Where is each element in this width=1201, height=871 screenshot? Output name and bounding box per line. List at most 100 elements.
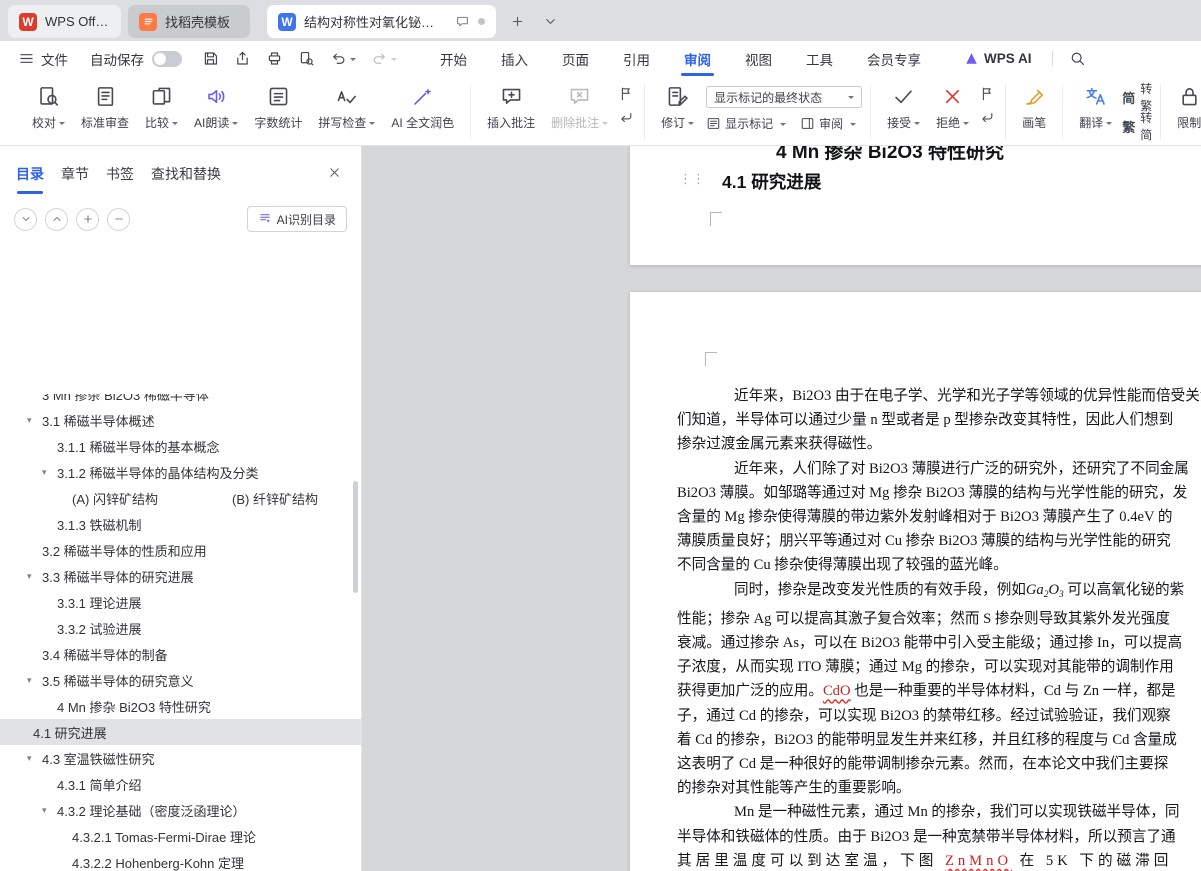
tab-wps-home[interactable]: W WPS Office (8, 5, 121, 38)
ribbon-button[interactable]: 插入批注 (479, 83, 543, 131)
document-page[interactable]: 4 Mn 掺杂 Bi2O3 特性研究 ⋮⋮ 4.1 研究进展 (630, 146, 1201, 265)
sidebar-tab[interactable]: 章节 (61, 164, 89, 184)
undo-button[interactable] (330, 50, 356, 67)
ribbon-small-button[interactable]: 审阅 (800, 115, 857, 132)
document-line[interactable]: 同时，掺杂是改变发光性质的有效手段，例如Ga2O3 可以高氧化铋的紫 (677, 578, 1201, 607)
outline-item[interactable]: ▾ 4.1 研究进展 (0, 719, 361, 745)
menu-tab[interactable]: 工具 (789, 41, 850, 76)
document-line[interactable]: Bi2O3 薄膜。如邹璐等通过对 Mg 掺杂 Bi2O3 薄膜的结构与光学性能的… (677, 481, 1201, 505)
document-line[interactable]: 子，通过 Cd 的掺杂，可以实现 Bi2O3 的禁带红移。经过试验验证，我们观察 (677, 704, 1201, 728)
export-button[interactable] (234, 50, 251, 67)
ribbon-small-button[interactable]: 显示标记 (706, 115, 787, 132)
outline-item[interactable]: ▾ 3.3.1 理论进展 (0, 589, 361, 615)
menu-tab[interactable]: 引用 (606, 41, 667, 76)
ribbon-button[interactable]: AI 全文润色 (383, 83, 462, 131)
markup-state-select[interactable]: 显示标记的最终状态 (706, 86, 863, 108)
zoom-in-outline-button[interactable] (76, 207, 99, 231)
print-preview-button[interactable] (298, 50, 315, 67)
menu-tab[interactable]: 审阅 (667, 41, 728, 76)
outline-item[interactable]: ▾ 4 Mn 掺杂 Bi2O3 特性研究 (0, 693, 361, 719)
wps-ai-button[interactable]: WPS AI (964, 51, 1032, 66)
document-page[interactable]: 近年来，Bi2O3 由于在电子学、光学和光子学等领域的优异性能而倍受关注 们知道，… (630, 292, 1201, 871)
document-line[interactable]: 含量的 Mg 掺杂使得薄膜的带边紫外发射峰相对于 Bi2O3 薄膜产生了 0.4… (677, 505, 1201, 529)
document-line[interactable]: 不同含量的 Cu 掺杂使得薄膜出现了较强的蓝光峰。 (677, 553, 1201, 577)
document-line[interactable]: 这表明了 Cd 是一种很好的能带调制掺杂元素。然而，在本论文中我们主要探 (677, 752, 1201, 776)
outline-item[interactable]: ▾ 3 Mn 掺杂 Bi2O3 稀磁半导体 (0, 394, 361, 407)
sidebar-tab[interactable]: 目录 (16, 164, 44, 194)
outline-item[interactable]: ▾ 3.5 稀磁半导体的研究意义 (0, 667, 361, 693)
autosave-toggle[interactable] (152, 50, 182, 67)
menu-tab[interactable]: 视图 (728, 41, 789, 76)
outline-item[interactable]: ▾ 4.3.2 理论基础（密度泛函理论） (0, 797, 361, 823)
document-line[interactable]: 其居里温度可以到达室温，下图 ZnMnO 在 5K 下的磁滞回 (677, 849, 1201, 871)
search-button[interactable] (1069, 50, 1086, 67)
menu-tab[interactable]: 页面 (545, 41, 606, 76)
sidebar-tab[interactable]: 书签 (106, 164, 134, 184)
outline-item[interactable]: ▾ 4.3.2.2 Hohenberg-Kohn 定理 (0, 849, 361, 871)
ribbon-button[interactable]: 校对 (24, 83, 73, 131)
paragraph-drag-handle[interactable]: ⋮⋮ (679, 172, 705, 186)
document-line[interactable]: 近年来，Bi2O3 由于在电子学、光学和光子学等领域的优异性能而倍受关注 (677, 384, 1201, 408)
outline-item[interactable]: ▾ 3.2 稀磁半导体的性质和应用 (0, 537, 361, 563)
ribbon-button[interactable]: 字数统计 (246, 83, 310, 131)
section-heading[interactable]: 4.1 研究进展 (722, 169, 821, 194)
outline-item[interactable]: ▾ 4.3.2.1 Tomas-Fermi-Dirae 理论 (0, 823, 361, 849)
collapse-all-button[interactable] (45, 207, 68, 231)
chapter-heading[interactable]: 4 Mn 掺杂 Bi2O3 特性研究 (725, 146, 1055, 165)
outline-item[interactable]: ▾ 3.1 稀磁半导体概述 (0, 407, 361, 433)
outline-item[interactable]: ▾ 4.3 室温铁磁性研究 (0, 745, 361, 771)
document-line[interactable]: 着 Cd 的掺杂，Bi2O3 的能带明显发生并来红移，并且红移的程度与 Cd 含… (677, 728, 1201, 752)
menu-tab[interactable]: 会员专享 (850, 41, 938, 76)
outline-item[interactable]: ▾ 3.3 稀磁半导体的研究进展 (0, 563, 361, 589)
document-line[interactable]: 们知道，半导体可以通过少量 n 型或者是 p 型掺杂改变其特性，因此人们想到 (677, 408, 1201, 432)
sidebar-scrollbar[interactable] (353, 481, 358, 593)
document-line[interactable]: 的掺杂对其性能等产生的重要影响。 (677, 776, 1201, 800)
close-sidebar-button[interactable] (327, 165, 345, 183)
next-change-button[interactable] (979, 110, 995, 126)
ribbon-button[interactable]: 接受 (879, 83, 928, 131)
outline-item[interactable]: ▾ 3.1.1 稀磁半导体的基本概念 (0, 433, 361, 459)
ribbon-button[interactable]: 比较 (137, 83, 186, 131)
outline-item[interactable]: ▾ 3.4 稀磁半导体的制备 (0, 641, 361, 667)
previous-change-button[interactable] (979, 86, 995, 102)
document-canvas[interactable]: 4 Mn 掺杂 Bi2O3 特性研究 ⋮⋮ 4.1 研究进展 近年来，Bi2O3… (362, 146, 1201, 871)
document-line[interactable]: Mn 是一种磁性元素，通过 Mn 的掺杂，我们可以实现铁磁半导体，同 (677, 800, 1201, 824)
redo-button[interactable] (371, 50, 397, 67)
print-button[interactable] (266, 50, 283, 67)
ribbon-button[interactable]: 标准审查 (73, 83, 137, 131)
convert-button[interactable]: 简 转繁 (1122, 82, 1152, 113)
comment-bubble-icon[interactable] (455, 14, 470, 29)
ribbon-button[interactable]: 拒绝 (928, 83, 977, 131)
document-line[interactable]: 近年来，人们除了对 Bi2O3 薄膜进行广泛的研究外，还研究了不同金属 (677, 457, 1201, 481)
file-menu-button[interactable]: 文件 (18, 49, 68, 69)
sidebar-tab[interactable]: 查找和替换 (151, 164, 221, 184)
document-line[interactable]: 子浓度，从而实现 ITO 薄膜；通过 Mg 的掺杂，可以实现对其能带的调制作用 (677, 655, 1201, 679)
next-comment-button[interactable] (618, 110, 634, 126)
menu-tab[interactable]: 开始 (423, 41, 484, 76)
track-changes-button[interactable]: 修订 (653, 83, 702, 131)
ribbon-button[interactable]: AI朗读 (186, 83, 246, 131)
previous-comment-button[interactable] (618, 86, 634, 102)
outline-item[interactable]: ▾ 4.3.1 简单介绍 (0, 771, 361, 797)
tab-document[interactable]: W 结构对称性对氧化铋能带的影... (267, 5, 496, 38)
outline-item[interactable]: ▾ 3.3.2 试验进展 (0, 615, 361, 641)
outline-item[interactable]: ▾ 3.1.2 稀磁半导体的晶体结构及分类 (0, 459, 361, 485)
translate-button[interactable]: 翻译 (1071, 83, 1120, 131)
outline-item[interactable]: ▾ (A) 闪锌矿结构 (B) 纤锌矿结构 (0, 485, 361, 511)
document-line[interactable]: 衰减。通过掺杂 As，可以在 Bi2O3 能带中引入受主能级；通过掺 In，可以… (677, 631, 1201, 655)
expand-all-button[interactable] (14, 207, 37, 231)
ai-recognize-outline-button[interactable]: AI识别目录 (246, 206, 347, 232)
tab-list-button[interactable] (538, 10, 562, 34)
outline-item[interactable]: ▾ 3.1.3 铁磁机制 (0, 511, 361, 537)
ribbon-button[interactable]: 删除批注 (543, 83, 616, 131)
document-line[interactable]: 薄膜质量良好；朋兴平等通过对 Cu 掺杂 Bi2O3 薄膜的结构与光学性能的研究 (677, 529, 1201, 553)
save-button[interactable] (202, 50, 219, 67)
document-line[interactable]: 掺杂过渡金属元素来获得磁性。 (677, 432, 1201, 456)
zoom-out-outline-button[interactable] (107, 207, 130, 231)
ribbon-button[interactable]: 拼写检查 (310, 83, 383, 131)
document-line[interactable]: 半导体和铁磁体的性质。由于 Bi2O3 是一种宽禁带半导体材料，所以预言了通 (677, 825, 1201, 849)
document-line[interactable]: 获得更加广泛的应用。CdO 也是一种重要的半导体材料，Cd 与 Zn 一样，都是 (677, 679, 1201, 703)
pen-button[interactable]: 画笔 (1014, 83, 1054, 131)
document-body[interactable]: 近年来，Bi2O3 由于在电子学、光学和光子学等领域的优异性能而倍受关注 们知道，… (677, 292, 1201, 871)
tab-docer[interactable]: 找稻壳模板 (128, 5, 250, 38)
